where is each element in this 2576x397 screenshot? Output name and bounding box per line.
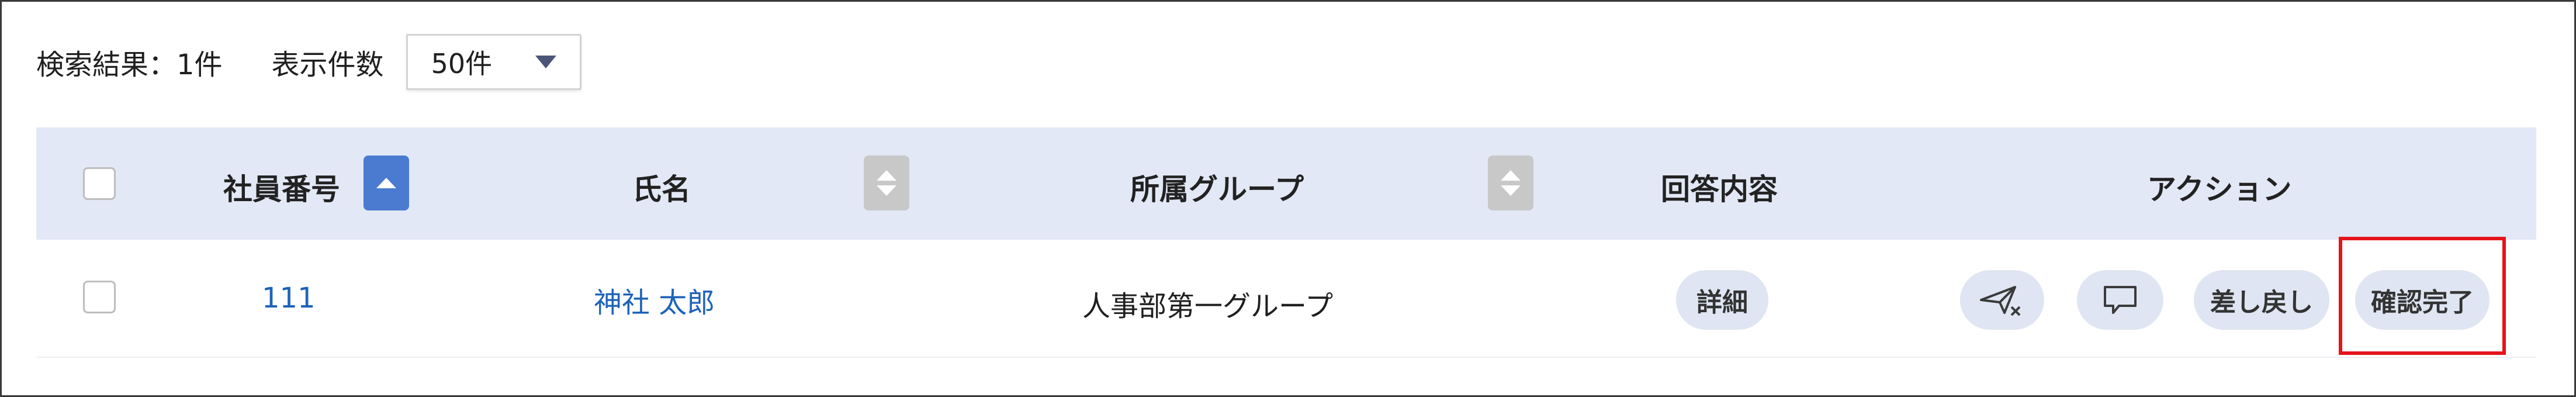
group-cell: 人事部第一グループ — [1082, 290, 1334, 323]
send-back-button[interactable]: 差し戻し — [2194, 270, 2329, 330]
highlight-annotation — [2339, 237, 2506, 355]
comment-icon — [2104, 286, 2137, 314]
header-answer: 回答内容 — [1661, 172, 1778, 206]
employee-no-link[interactable]: 111 — [262, 282, 316, 315]
select-all-checkbox[interactable] — [83, 167, 116, 200]
row-checkbox[interactable] — [83, 281, 116, 313]
cancel-send-button[interactable] — [1960, 270, 2044, 330]
per-page-label: 表示件数 — [271, 49, 384, 81]
comment-button[interactable] — [2077, 270, 2163, 330]
toolbar: 検索結果：1件 表示件数 50件 — [36, 34, 581, 90]
sort-up-icon — [877, 170, 896, 181]
header-name: 氏名 — [632, 172, 691, 206]
sort-down-icon — [877, 185, 896, 196]
table-row: 111 神社 太郎 人事部第一グループ 詳細 差し戻し 確認完了 — [36, 240, 2536, 358]
sort-name-button[interactable] — [864, 156, 909, 210]
header-actions: アクション — [2147, 172, 2292, 206]
sort-ascending-icon — [376, 178, 396, 188]
sort-group-button[interactable] — [1488, 156, 1533, 210]
header-employee-no: 社員番号 — [223, 172, 340, 206]
per-page-value: 50件 — [431, 48, 493, 80]
sort-down-icon — [1501, 185, 1521, 196]
result-count: 検索結果：1件 — [36, 49, 223, 81]
paper-plane-x-icon — [1980, 286, 2021, 316]
sort-employee-no-button[interactable] — [363, 156, 409, 210]
employee-name-link[interactable]: 神社 太郎 — [594, 279, 715, 320]
header-group: 所属グループ — [1130, 172, 1304, 206]
caret-down-icon — [535, 56, 556, 68]
detail-button[interactable]: 詳細 — [1676, 270, 1768, 330]
table-header: 社員番号 氏名 所属グループ 回答内容 アクション — [36, 127, 2536, 240]
per-page-select[interactable]: 50件 — [406, 34, 581, 90]
sort-up-icon — [1501, 170, 1521, 181]
